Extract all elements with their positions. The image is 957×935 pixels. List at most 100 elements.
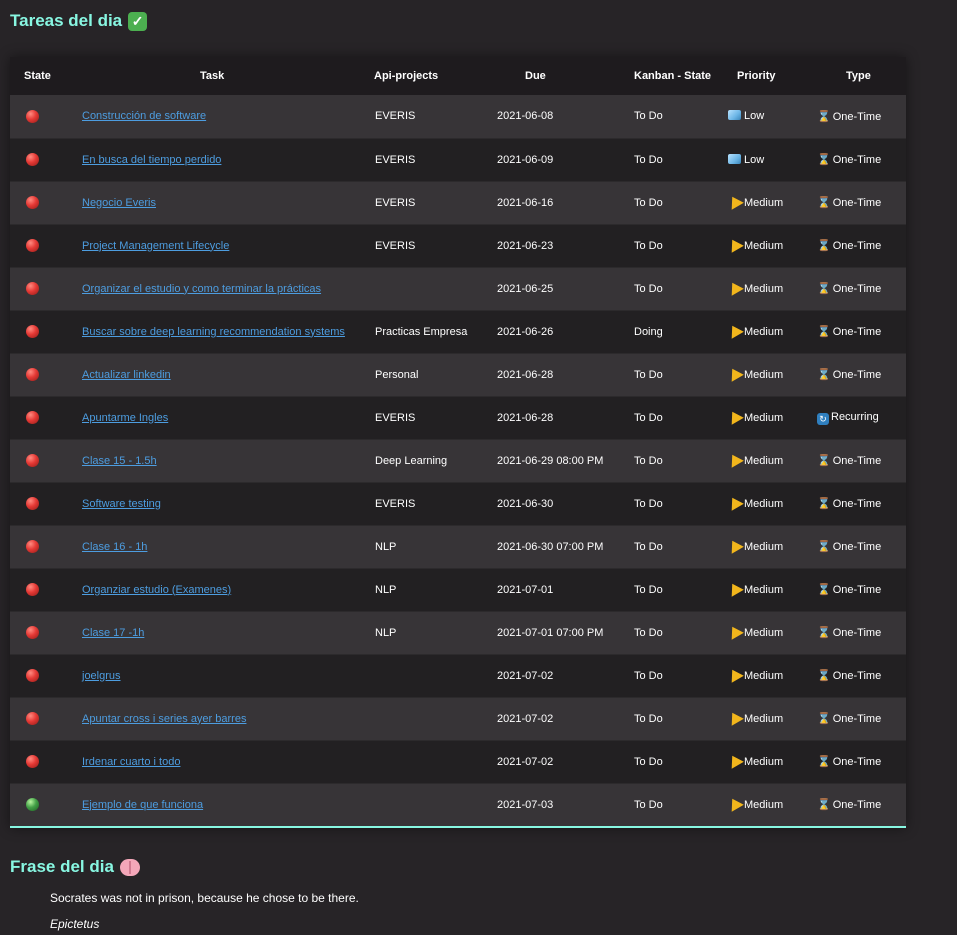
table-row: Irdenar cuarto i todo 2021-07-02 To Do M… [10,739,906,783]
kanban-state: To Do [634,540,663,553]
table-row: Actualizar linkedin Personal 2021-06-28 … [10,352,906,396]
red-circle-icon [26,497,39,510]
red-circle-icon [26,755,39,768]
task-link[interactable]: joelgrus [82,670,121,682]
column-header-state: State [10,57,68,95]
due-date: 2021-07-02 [497,712,554,725]
task-link[interactable]: Buscar sobre deep learning recommendatio… [82,326,345,338]
task-link[interactable]: Organziar estudio (Examenes) [82,584,231,596]
priority-label: Medium [744,326,784,338]
task-cell: Ejemplo de que funciona [68,782,361,826]
type-cell: ⌛ One-Time [815,610,906,654]
hourglass-icon: ⌛ [817,326,831,338]
kanban-cell: To Do [620,782,727,826]
state-cell [10,95,68,138]
priority-label: Medium [744,541,784,553]
due-date: 2021-06-08 [497,110,554,123]
red-circle-icon [26,368,39,381]
project-cell: Practicas Empresa [361,309,483,353]
task-link[interactable]: Apuntar cross i series ayer barres [82,713,246,725]
hourglass-icon: ⌛ [817,283,831,295]
red-circle-icon [26,583,39,596]
quote-text: Socrates was not in prison, because he c… [50,891,359,905]
priority-cell: Medium [727,180,815,224]
priority-label: Medium [744,240,784,252]
task-link[interactable]: Clase 17 -1h [82,627,144,639]
kanban-cell: To Do [620,266,727,310]
cheese-icon [727,193,744,210]
task-link[interactable]: Irdenar cuarto i todo [82,756,180,768]
kanban-cell: To Do [620,95,727,138]
type-cell: ⌛ One-Time [815,180,906,224]
kanban-cell: To Do [620,653,727,697]
due-date: 2021-06-16 [497,196,554,209]
red-circle-icon [26,325,39,338]
priority-cell: Medium [727,696,815,740]
column-header-kanban: Kanban - State [620,57,727,95]
task-link[interactable]: Clase 15 - 1.5h [82,455,157,467]
cheese-icon [727,580,744,597]
project-label: EVERIS [375,239,416,252]
task-cell: Irdenar cuarto i todo [68,739,361,783]
type-label: One-Time [832,455,882,467]
kanban-cell: To Do [620,137,727,181]
hourglass-icon: ⌛ [817,670,831,682]
due-date: 2021-06-25 [497,282,554,295]
task-link[interactable]: Software testing [82,498,161,510]
state-cell [10,567,68,611]
task-cell: Organizar el estudio y como terminar la … [68,266,361,310]
priority-cell: Low [727,95,815,138]
state-cell [10,137,68,181]
due-cell: 2021-07-02 [483,739,620,783]
kanban-state: To Do [634,411,663,424]
table-row: Software testing EVERIS 2021-06-30 To Do… [10,481,906,525]
type-label: Recurring [831,410,879,423]
cheese-icon [727,623,744,640]
hourglass-icon: ⌛ [817,756,831,768]
type-label: One-Time [832,756,882,768]
kanban-cell: To Do [620,696,727,740]
task-cell: Apuntarme Ingles [68,395,361,439]
table-row: En busca del tiempo perdido EVERIS 2021-… [10,137,906,181]
red-circle-icon [26,712,39,725]
project-label: EVERIS [375,153,416,166]
column-header-type: Type [815,57,906,95]
task-cell: Clase 16 - 1h [68,524,361,568]
kanban-state: To Do [634,153,663,166]
task-link[interactable]: Clase 16 - 1h [82,541,147,553]
due-date: 2021-06-28 [497,411,554,424]
red-circle-icon [26,153,39,166]
task-link[interactable]: En busca del tiempo perdido [82,154,221,166]
type-cell: ⌛ One-Time [815,137,906,181]
task-link[interactable]: Organizar el estudio y como terminar la … [82,283,321,295]
project-cell: EVERIS [361,137,483,181]
task-link[interactable]: Ejemplo de que funciona [82,799,203,811]
type-label: One-Time [832,326,882,338]
type-label: One-Time [832,154,882,166]
red-circle-icon [26,454,39,467]
project-label: Deep Learning [375,454,448,467]
task-link[interactable]: Construcción de software [82,110,206,122]
type-label: One-Time [832,584,882,596]
cheese-icon [727,752,744,769]
project-label: Personal [375,368,419,381]
hourglass-icon: ⌛ [817,584,831,596]
project-cell [361,266,483,310]
priority-label: Medium [744,283,784,295]
priority-label: Medium [744,412,784,424]
task-link[interactable]: Apuntarme Ingles [82,412,168,424]
hourglass-icon: ⌛ [817,713,831,725]
task-link[interactable]: Project Management Lifecycle [82,240,229,252]
table-row: Organziar estudio (Examenes) NLP 2021-07… [10,567,906,611]
task-link[interactable]: Negocio Everis [82,197,156,209]
red-circle-icon [26,540,39,553]
table-row: Clase 15 - 1.5h Deep Learning 2021-06-29… [10,438,906,482]
quote-heading-text: Frase del dia [10,857,114,876]
project-cell [361,739,483,783]
hourglass-icon: ⌛ [817,240,831,252]
priority-label: Medium [744,197,784,209]
kanban-cell: To Do [620,223,727,267]
task-link[interactable]: Actualizar linkedin [82,369,171,381]
state-cell [10,782,68,826]
type-label: One-Time [832,498,882,510]
